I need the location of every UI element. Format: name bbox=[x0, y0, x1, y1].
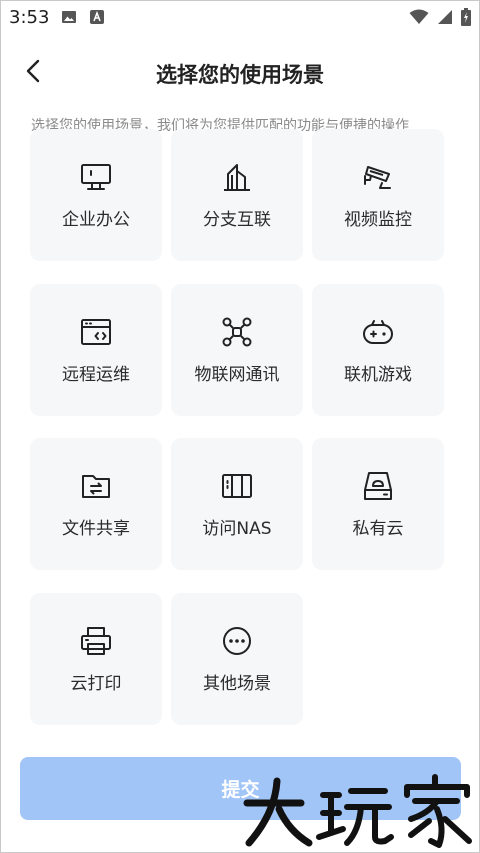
scene-label: 企业办公 bbox=[62, 210, 130, 230]
scene-card-online-gaming[interactable]: 联机游戏 bbox=[312, 284, 444, 416]
app-screen: 3:53 选择您的使用场景 选择您的使用场景，我们将为您提供匹配的功能与便捷的操… bbox=[0, 0, 480, 853]
scene-card-remote-ops[interactable]: 远程运维 bbox=[30, 284, 162, 416]
scene-label: 其他场景 bbox=[203, 674, 271, 694]
cloud-drive-icon bbox=[361, 469, 395, 503]
monitor-icon bbox=[79, 160, 113, 194]
scene-label: 云打印 bbox=[70, 674, 122, 694]
status-time: 3:53 bbox=[9, 7, 50, 28]
scene-label: 分支互联 bbox=[203, 210, 271, 230]
scene-label: 私有云 bbox=[352, 519, 404, 539]
battery-charging-icon bbox=[461, 8, 471, 26]
scene-label: 视频监控 bbox=[344, 210, 412, 230]
scene-label: 访问NAS bbox=[202, 519, 272, 539]
cctv-camera-icon bbox=[361, 160, 395, 194]
browser-code-icon bbox=[79, 315, 113, 349]
gamepad-icon bbox=[361, 315, 395, 349]
image-icon bbox=[61, 9, 77, 25]
more-circle-icon bbox=[220, 624, 254, 658]
scene-card-iot-communication[interactable]: 物联网通讯 bbox=[171, 284, 303, 416]
wifi-icon bbox=[409, 9, 429, 25]
scene-label: 物联网通讯 bbox=[194, 365, 280, 385]
folder-share-icon bbox=[79, 469, 113, 503]
scene-label: 文件共享 bbox=[62, 519, 130, 539]
header: 选择您的使用场景 bbox=[1, 49, 479, 97]
signal-icon bbox=[437, 9, 453, 25]
scene-card-access-nas[interactable]: 访问NAS bbox=[171, 438, 303, 570]
app-a-icon bbox=[89, 9, 105, 25]
nas-storage-icon bbox=[220, 469, 254, 503]
status-right-icons bbox=[409, 8, 471, 26]
buildings-icon bbox=[220, 160, 254, 194]
network-nodes-icon bbox=[220, 315, 254, 349]
status-bar: 3:53 bbox=[1, 1, 479, 33]
scene-card-file-sharing[interactable]: 文件共享 bbox=[30, 438, 162, 570]
scene-label: 联机游戏 bbox=[344, 365, 412, 385]
printer-icon bbox=[79, 624, 113, 658]
scene-card-other-scenes[interactable]: 其他场景 bbox=[171, 593, 303, 725]
status-left-icons bbox=[61, 9, 105, 25]
scene-label: 远程运维 bbox=[62, 365, 130, 385]
scene-card-enterprise-office[interactable]: 企业办公 bbox=[30, 129, 162, 261]
page-title: 选择您的使用场景 bbox=[156, 63, 324, 87]
scene-card-private-cloud[interactable]: 私有云 bbox=[312, 438, 444, 570]
scene-card-cloud-printing[interactable]: 云打印 bbox=[30, 593, 162, 725]
scene-card-video-surveillance[interactable]: 视频监控 bbox=[312, 129, 444, 261]
watermark-logo bbox=[239, 773, 479, 852]
scene-card-branch-interconnect[interactable]: 分支互联 bbox=[171, 129, 303, 261]
